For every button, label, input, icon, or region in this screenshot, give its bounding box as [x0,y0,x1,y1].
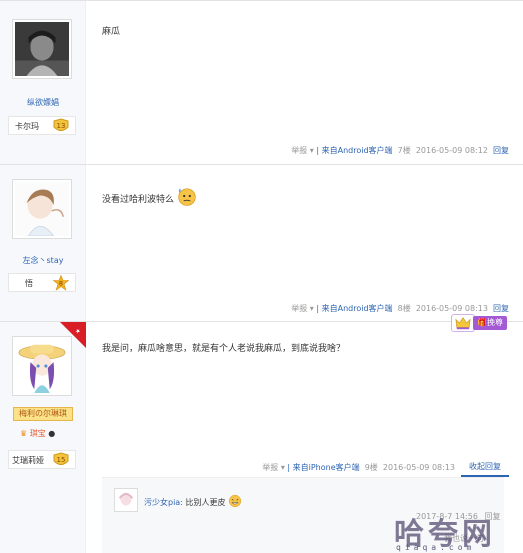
post-text: 没看过哈利波特么 [102,195,175,205]
user-sidebar: 纵欲嫖娼 卡尔玛 13 [0,1,86,164]
post-content: 没看过哈利波特么 [102,186,197,206]
level-title: 悟 [25,279,33,288]
chevron-down-icon[interactable]: ▾ [310,146,314,155]
source-link[interactable]: | 来自iPhone客户端 [287,463,359,472]
post-meta: 举报 ▾ | 来自iPhone客户端 9楼 2016-05-09 08:13 [262,462,455,473]
level-badge-icon: 13 [53,118,69,131]
member-button[interactable]: 🎁挽尊 [473,316,507,330]
report-link[interactable]: 举报 [291,146,307,155]
panda-icon: ● [48,429,56,438]
avatar[interactable] [12,336,72,396]
level-star-badge-icon: 8 [53,275,69,291]
level-badge-icon: 15 [53,452,69,465]
collapse-reply-button[interactable]: 收起回复 [461,461,509,477]
watermark-logo: 哈夸网 qiaqa.com [394,509,522,553]
watermark-url: qiaqa.com [396,543,476,552]
floor-number: 8楼 [397,304,411,313]
level-box[interactable]: 悟 8 [8,273,76,292]
level-number: 8 [59,280,63,288]
level-box[interactable]: 艾瑞莉娅 15 [8,450,76,469]
crown-badge-icon[interactable] [451,314,475,332]
level-number: 13 [57,122,66,130]
post-floor-7: 纵欲嫖娼 卡尔玛 13 麻瓜 举报 ▾ | 来自Android客户端 7楼 20… [0,0,523,165]
sub-reply-avatar[interactable] [114,488,138,512]
level-number: 15 [57,456,66,464]
source-link[interactable]: | 来自Android客户端 [316,146,392,155]
floor-number: 7楼 [397,146,411,155]
sub-reply-text: 污少女pia: 比别人更皮 [144,494,242,508]
title-badge[interactable]: 梅利の尔琳琪 [13,407,73,421]
avatar[interactable] [12,179,72,239]
level-title: 艾瑞莉娅 [12,456,44,465]
reply-link[interactable]: 回复 [493,304,509,313]
user-sidebar: ★ 梅利の尔琳琪 ♛ 琪宝 ● 艾瑞莉娅 15 [0,322,86,553]
floor-number: 9楼 [364,463,378,472]
report-link[interactable]: 举报 [291,304,307,313]
avatar[interactable] [12,19,72,79]
member-label: 挽尊 [487,318,503,327]
sub-reply-username[interactable]: 污少女pia: [144,498,183,507]
post-time: 2016-05-09 08:13 [415,304,488,313]
post-time: 2016-05-09 08:12 [415,146,488,155]
chevron-down-icon[interactable]: ▾ [310,304,314,313]
crown-icon: ♛ [20,429,28,438]
post-time: 2016-05-09 08:13 [382,463,455,472]
report-link[interactable]: 举报 [262,463,278,472]
post-content: 麻瓜 [102,27,121,37]
source-link[interactable]: | 来自Android客户端 [316,304,392,313]
level-title: 卡尔玛 [15,122,39,131]
sweat-face-emoticon-icon [178,188,196,206]
fan-badge[interactable]: ♛ 琪宝 ● [20,428,55,439]
level-box[interactable]: 卡尔玛 13 [8,116,76,135]
user-sidebar: 左念丶stay 悟 8 [0,165,86,321]
grin-face-emoticon-icon [228,494,242,508]
chevron-down-icon[interactable]: ▾ [281,463,285,472]
post-meta: 举报 ▾ | 来自Android客户端 7楼 2016-05-09 08:12 … [291,145,509,156]
gift-icon: 🎁 [477,318,487,327]
post-meta: 举报 ▾ | 来自Android客户端 8楼 2016-05-09 08:13 … [291,303,509,314]
post-content: 我是问，麻瓜啥意思，就是有个人老说我麻瓜，到底说我啥？ [102,344,346,354]
username[interactable]: 左念丶stay [0,255,86,266]
username[interactable]: 纵欲嫖娼 [0,97,86,108]
sub-reply-content: 比别人更皮 [185,498,226,507]
reply-link[interactable]: 回复 [493,146,509,155]
post-main: 麻瓜 举报 ▾ | 来自Android客户端 7楼 2016-05-09 08:… [86,1,515,164]
post-floor-8: 左念丶stay 悟 8 没看过哈利波特么 举报 ▾ | 来自Android客户端… [0,165,523,322]
post-main: 没看过哈利波特么 举报 ▾ | 来自Android客户端 8楼 2016-05-… [86,165,515,321]
fan-badge-label: 琪宝 [29,429,46,438]
